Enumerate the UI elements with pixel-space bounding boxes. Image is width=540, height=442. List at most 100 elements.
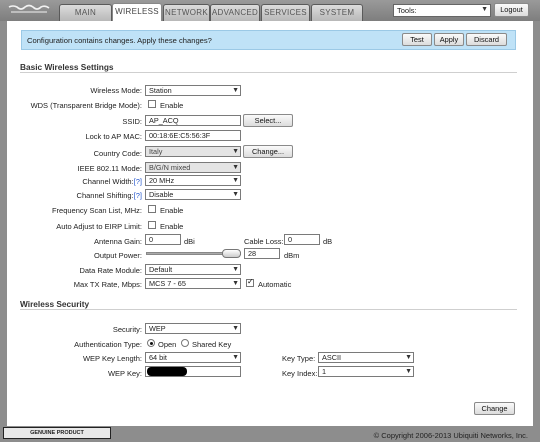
chevron-down-icon: ▼	[232, 266, 239, 273]
tab-main[interactable]: MAIN	[59, 4, 112, 21]
discard-button[interactable]: Discard	[466, 33, 507, 46]
output-power-input[interactable]: 28	[244, 248, 280, 259]
key-index-label: Key Index:	[282, 369, 318, 378]
notice-text: Configuration contains changes. Apply th…	[27, 36, 212, 45]
wds-enable-label: Enable	[160, 101, 184, 110]
ieee-mode-value: B/G/N mixed	[149, 163, 191, 172]
test-button[interactable]: Test	[402, 33, 432, 46]
channel-width-value: 20 MHz	[149, 176, 175, 185]
wep-key-length-select[interactable]: 64 bit ▼	[145, 352, 241, 363]
chevron-down-icon: ▼	[405, 368, 412, 375]
auth-shared-key-radio[interactable]	[181, 339, 189, 347]
country-code-value: Italy	[149, 147, 163, 156]
chevron-down-icon: ▼	[481, 6, 488, 13]
ieee-mode-select[interactable]: B/G/N mixed ▼	[145, 162, 241, 173]
channel-shifting-value: Disable	[149, 190, 174, 199]
cable-loss-input[interactable]: 0	[284, 234, 320, 245]
ieee-mode-label: IEEE 802.11 Mode:	[77, 164, 143, 173]
tools-value: Tools:	[397, 6, 417, 15]
security-select[interactable]: WEP ▼	[145, 323, 241, 334]
frequency-scan-label: Frequency Scan List, MHz:	[51, 206, 142, 215]
key-index-select[interactable]: 1 ▼	[318, 366, 414, 377]
wep-key-length-value: 64 bit	[149, 353, 167, 362]
channel-shifting-label-text: Channel Shifting:	[76, 191, 134, 200]
max-tx-rate-label: Max TX Rate, Mbps:	[73, 280, 142, 289]
tab-network[interactable]: NETWORK	[163, 4, 210, 21]
channel-shifting-label: Channel Shifting:[?]	[2, 191, 142, 200]
auth-shared-key-label: Shared Key	[192, 340, 232, 349]
tab-wireless[interactable]: WIRELESS	[112, 3, 162, 21]
ssid-select-button[interactable]: Select...	[243, 114, 293, 127]
security-label: Security:	[112, 325, 142, 334]
chevron-down-icon: ▼	[232, 325, 239, 332]
wireless-security-title: Wireless Security	[20, 299, 90, 309]
key-type-label: Key Type:	[282, 354, 316, 363]
key-index-value: 1	[322, 367, 327, 376]
antenna-gain-input[interactable]: 0	[145, 234, 181, 245]
lock-ap-mac-label: Lock to AP MAC:	[85, 132, 142, 141]
max-tx-automatic-checkbox[interactable]	[246, 277, 254, 287]
data-rate-module-value: Default	[149, 265, 173, 274]
auto-eirp-checkbox[interactable]	[148, 221, 156, 229]
channel-width-select[interactable]: 20 MHz ▼	[145, 175, 241, 186]
output-power-slider-thumb[interactable]	[222, 249, 241, 258]
basic-wireless-settings-title: Basic Wireless Settings	[20, 62, 114, 72]
chevron-down-icon: ▼	[232, 280, 239, 287]
security-value: WEP	[149, 324, 166, 333]
wds-enable-checkbox[interactable]	[148, 100, 156, 108]
wds-label: WDS (Transparent Bridge Mode):	[30, 101, 142, 110]
wep-key-length-label: WEP Key Length:	[82, 354, 142, 363]
section-divider	[20, 309, 517, 310]
chevron-down-icon: ▼	[232, 87, 239, 94]
tab-advanced[interactable]: ADVANCED	[210, 4, 260, 21]
authentication-type-label: Authentication Type:	[74, 340, 142, 349]
country-code-select[interactable]: Italy ▼	[145, 146, 241, 157]
data-rate-module-select[interactable]: Default ▼	[145, 264, 241, 275]
channel-shifting-select[interactable]: Disable ▼	[145, 189, 241, 200]
channel-width-label-text: Channel Width:	[82, 177, 134, 186]
output-power-label: Output Power:	[94, 251, 142, 260]
wireless-mode-label: Wireless Mode:	[90, 86, 142, 95]
wireless-mode-value: Station	[149, 86, 172, 95]
max-tx-automatic-label: Automatic	[258, 280, 292, 289]
apply-button[interactable]: Apply	[434, 33, 464, 46]
auth-open-radio[interactable]	[147, 339, 155, 347]
output-power-unit: dBm	[284, 251, 300, 260]
frequency-scan-checkbox[interactable]	[148, 205, 156, 213]
max-tx-rate-value: MCS 7 - 65	[149, 279, 186, 288]
max-tx-rate-select[interactable]: MCS 7 - 65 ▼	[145, 278, 241, 289]
chevron-down-icon: ▼	[232, 164, 239, 171]
antenna-gain-label: Antenna Gain:	[94, 237, 142, 246]
change-button[interactable]: Change	[474, 402, 515, 415]
tab-services[interactable]: SERVICES	[261, 4, 310, 21]
chevron-down-icon: ▼	[232, 191, 239, 198]
section-divider	[20, 72, 517, 73]
wep-key-masked-value	[147, 367, 187, 376]
tools-dropdown[interactable]: Tools: ▼	[393, 4, 491, 17]
chevron-down-icon: ▼	[232, 354, 239, 361]
logout-button[interactable]: Logout	[494, 3, 529, 17]
tab-system[interactable]: SYSTEM	[311, 4, 363, 21]
auth-open-label: Open	[158, 340, 177, 349]
frequency-scan-enable-label: Enable	[160, 206, 184, 215]
channel-shifting-help-link[interactable]: [?]	[134, 191, 142, 200]
auto-eirp-enable-label: Enable	[160, 222, 184, 231]
ubiquiti-logo-icon	[8, 4, 50, 13]
genuine-product-badge: GENUINE PRODUCT	[3, 427, 111, 439]
ssid-label: SSID:	[122, 117, 142, 126]
chevron-down-icon: ▼	[232, 177, 239, 184]
copyright-text: © Copyright 2006-2013 Ubiquiti Networks,…	[373, 431, 528, 440]
chevron-down-icon: ▼	[405, 354, 412, 361]
country-code-label: Country Code:	[93, 149, 142, 158]
lock-ap-mac-input[interactable]: 00:18:6E:C5:56:3F	[145, 130, 241, 141]
key-type-select[interactable]: ASCII ▼	[318, 352, 414, 363]
country-change-button[interactable]: Change...	[243, 145, 293, 158]
key-type-value: ASCII	[322, 353, 342, 362]
channel-width-help-link[interactable]: [?]	[134, 177, 142, 186]
wireless-mode-select[interactable]: Station ▼	[145, 85, 241, 96]
cable-loss-label: Cable Loss:	[244, 237, 284, 246]
ssid-input[interactable]: AP_ACQ	[145, 115, 241, 126]
auto-eirp-label: Auto Adjust to EIRP Limit:	[56, 222, 142, 231]
channel-width-label: Channel Width:[?]	[2, 177, 142, 186]
data-rate-module-label: Data Rate Module:	[79, 266, 142, 275]
